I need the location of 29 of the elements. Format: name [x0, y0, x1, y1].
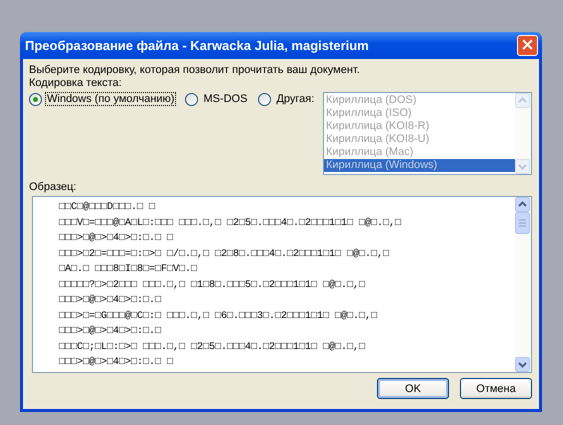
scroll-up-icon[interactable] [515, 197, 530, 212]
radio-option[interactable]: MS-DOS [185, 92, 250, 106]
sample-line: □□□□□?□>□2□□□ □□□.□,□ □1□8□.□□□5□.□2□□□1□1□ □@□.□,□ [59, 278, 366, 292]
radio-button[interactable] [185, 92, 198, 106]
sample-line: □□□C□;□L□:□>□ □□□.□,□ □2□5□.□□□4□.□2□□□1□1□ □@□.□,□ [59, 340, 366, 354]
sample-text-area[interactable] [32, 196, 532, 373]
radio-label: MS-DOS [202, 92, 248, 106]
sample-line: □□□V□=□□□@□A□L□:□□□ □□□.□,□ □2□5□.□□□4□.□2□□□1□1□ □@□.□,□ [59, 216, 402, 230]
sample-label: Образец: [29, 181, 78, 194]
radio-button[interactable] [258, 92, 272, 106]
sample-line: □□□>□@□>□4□>□:□.□ □ [59, 232, 174, 246]
sample-line: □□□>□@□>□4□>□:□.□ [59, 324, 162, 339]
close-button[interactable]: × [517, 35, 538, 56]
ok-button[interactable]: OK [377, 378, 449, 399]
sample-line: □□□>□2□=□□□=□:□>□ □/□.□,□ □2□8□.□□□4□.□2□□□1□1□ □@□.□,□ [59, 248, 390, 262]
sample-line: □□□>□=□G□□□@□C□:□ □□□.□,□ □6□.□□□3□.□2□□□1□1□ □@□.□,□ [59, 310, 378, 324]
encoding-label: Кодировка текста: [29, 77, 123, 90]
window-title: Преобразование файла - Karwacka Julia, magisterium [25, 38, 370, 53]
instruction-text: Выберите кодировку, которая позволит прочитать ваш документ. [29, 64, 361, 77]
sample-line: □□□>□@□>□4□>□:□.□ □ [59, 356, 174, 370]
sample-line: □□C□@□□□D□□□.□ □ [59, 200, 156, 215]
radio-option[interactable]: Другая: [258, 92, 316, 106]
cancel-button[interactable]: Отмена [460, 378, 532, 399]
radio-button[interactable] [29, 92, 42, 106]
scroll-down-icon[interactable] [515, 357, 530, 372]
sample-line: □□□>□@□>□4□>□:□.□ [59, 294, 162, 308]
sample-line: □A□.□ □□□8□I□8□=□F□V□.□ [59, 263, 198, 277]
radio-label: Другая: [275, 92, 316, 106]
scrollbar-thumb[interactable] [515, 212, 530, 234]
